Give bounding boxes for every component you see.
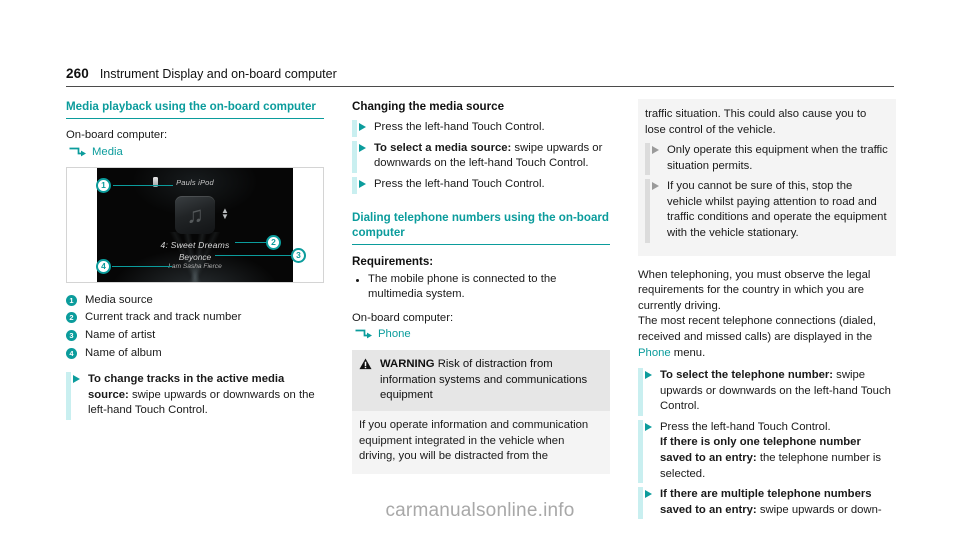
step-triangle-icon [652, 146, 659, 155]
leader-line-1 [113, 184, 173, 187]
leader-line-4 [112, 265, 172, 268]
left-column: Media playback using the on-board comput… [66, 99, 324, 523]
step-select-telephone-number: To select the telephone number: swipe up… [638, 368, 896, 416]
step-press-touch-control-single-number: Press the left-hand Touch Control. If the… [638, 419, 896, 484]
step-press-touch-control-1: Press the left-hand Touch Control. [352, 120, 610, 137]
section-heading-dialing-telephone: Dialing telephone numbers using the on-b… [352, 210, 610, 246]
album-art-placeholder: ♫ [175, 195, 215, 234]
paragraph-recent-connections: The most recent telephone connections (d… [638, 314, 896, 361]
paragraph-pre: The most recent telephone connections (d… [638, 315, 877, 343]
bullet-dot-icon [356, 278, 359, 282]
warning-step-only-operate: Only operate this equipment when the tra… [645, 143, 888, 176]
warning-step-text: If you cannot be sure of this, stop the … [667, 180, 887, 240]
callout-3: 3 [291, 247, 306, 263]
warning-label: WARNING [380, 358, 435, 371]
step-rest: Press the left-hand Touch Control. [374, 178, 545, 191]
warning-body: If you operate information and communica… [352, 410, 610, 474]
warning-step-text: Only operate this equipment when the tra… [667, 144, 888, 172]
callout-1: 1 [96, 177, 111, 193]
legend-number: 1 [66, 294, 77, 306]
legend-number: 3 [66, 330, 77, 342]
step-triangle-icon [645, 490, 652, 499]
requirement-text: The mobile phone is connected to the mul… [368, 272, 557, 301]
legend-number: 2 [66, 312, 77, 324]
step-change-tracks: To change tracks in the active media sou… [66, 372, 324, 420]
turn-right-arrow-icon [69, 147, 86, 157]
legend-item: 1 Media source [66, 293, 324, 309]
warning-continuation-text: traffic situation. This could also cause… [645, 108, 867, 136]
step-select-media-source: To select a media source: swipe upwards … [352, 140, 610, 174]
middle-column: Changing the media source Press the left… [352, 99, 610, 523]
step-triangle-icon [645, 422, 652, 431]
obc-path-label-media: Media [92, 145, 123, 158]
middle-steps-media-source: Press the left-hand Touch Control. To se… [352, 120, 610, 194]
step-triangle-icon [359, 123, 366, 132]
warning-header: WARNING Risk of distraction from informa… [352, 350, 610, 411]
legend-label: Current track and track number [85, 311, 242, 324]
warning-step-stop-vehicle: If you cannot be sure of this, stop the … [645, 179, 888, 243]
step-bold: To select the telephone number: [660, 369, 834, 382]
step-text: Press the left-hand Touch Control. [374, 177, 610, 193]
step-text: To select a media source: swipe upwards … [374, 141, 610, 172]
page-number: 260 [66, 66, 89, 81]
figure-legend: 1 Media source 2 Current track and track… [66, 293, 324, 361]
callout-4: 4 [96, 258, 111, 274]
step-rest: Press the left-hand Touch Control. [374, 121, 545, 134]
page-columns: Media playback using the on-board comput… [66, 99, 896, 523]
warning-triangle-icon [359, 358, 372, 370]
phone-menu-link[interactable]: Phone [638, 347, 671, 359]
media-display-figure: Pauls iPod ♫ ▲ ▼ 4: Sweet Dreams Beyonce … [66, 166, 324, 283]
step-triangle-icon [73, 375, 80, 384]
turn-right-arrow-icon [355, 329, 372, 339]
legend-label: Name of artist [85, 329, 156, 342]
legend-label: Media source [85, 293, 153, 306]
callout-2: 2 [266, 234, 281, 250]
paragraph-post: menu. [670, 346, 706, 359]
legend-label: Name of album [85, 346, 162, 359]
obc-label-media: On-board computer: [66, 129, 168, 142]
step-triangle-icon [645, 371, 652, 380]
step-text: Press the left-hand Touch Control. If the… [660, 420, 896, 482]
step-triangle-icon [359, 180, 366, 189]
leader-line-2 [235, 241, 270, 244]
watermark: carmanualsonline.info [385, 500, 575, 521]
obc-path-media: Media [68, 146, 324, 158]
obc-label-phone: On-board computer: [352, 311, 454, 324]
step-press-touch-control-2: Press the left-hand Touch Control. [352, 177, 610, 194]
legend-number: 4 [66, 347, 77, 359]
up-down-scroll-icon: ▲ ▼ [221, 205, 229, 221]
warning-header-text: WARNING Risk of distraction from informa… [380, 357, 602, 404]
step-pre: Press the left-hand Touch Control. [660, 420, 831, 433]
left-steps: To change tracks in the active media sou… [66, 372, 324, 420]
right-column: traffic situation. This could also cause… [638, 99, 896, 523]
section-heading-media-playback: Media playback using the on-board comput… [66, 99, 324, 120]
warning-box-continued: traffic situation. This could also cause… [638, 99, 896, 256]
warning-body-text: If you operate information and communica… [359, 418, 589, 463]
step-text: To select the telephone number: swipe up… [660, 368, 896, 415]
step-text: Press the left-hand Touch Control. [374, 120, 610, 136]
paragraph-telephoning-legal: When telephoning, you must observe the l… [638, 268, 871, 312]
leader-line-3 [215, 254, 295, 257]
page-header-title: Instrument Display and on-board computer [99, 67, 337, 81]
step-bold: To select a media source: [374, 141, 512, 154]
artist-name-label: Beyonce [178, 251, 212, 262]
legend-item: 4 Name of album [66, 346, 324, 362]
right-steps: To select the telephone number: swipe up… [638, 368, 896, 520]
legend-item: 3 Name of artist [66, 328, 324, 344]
sub-heading-changing-media-source: Changing the media source [352, 100, 505, 113]
obc-path-label-phone: Phone [378, 328, 411, 341]
requirements-list: The mobile phone is connected to the mul… [352, 272, 610, 303]
obc-path-phone: Phone [354, 328, 610, 340]
page-header: 260 Instrument Display and on-board comp… [66, 66, 894, 87]
step-text: To change tracks in the active media sou… [88, 372, 324, 419]
warning-box: WARNING Risk of distraction from informa… [352, 350, 610, 474]
requirement-item: The mobile phone is connected to the mul… [352, 272, 610, 303]
step-triangle-icon [359, 143, 366, 152]
requirements-title: Requirements: [352, 255, 434, 269]
warning-steps: Only operate this equipment when the tra… [645, 143, 888, 243]
legend-item: 2 Current track and track number [66, 310, 324, 326]
step-triangle-icon [652, 182, 659, 191]
warning-continuation-body: traffic situation. This could also cause… [638, 99, 896, 256]
music-note-icon: ♫ [186, 201, 204, 228]
